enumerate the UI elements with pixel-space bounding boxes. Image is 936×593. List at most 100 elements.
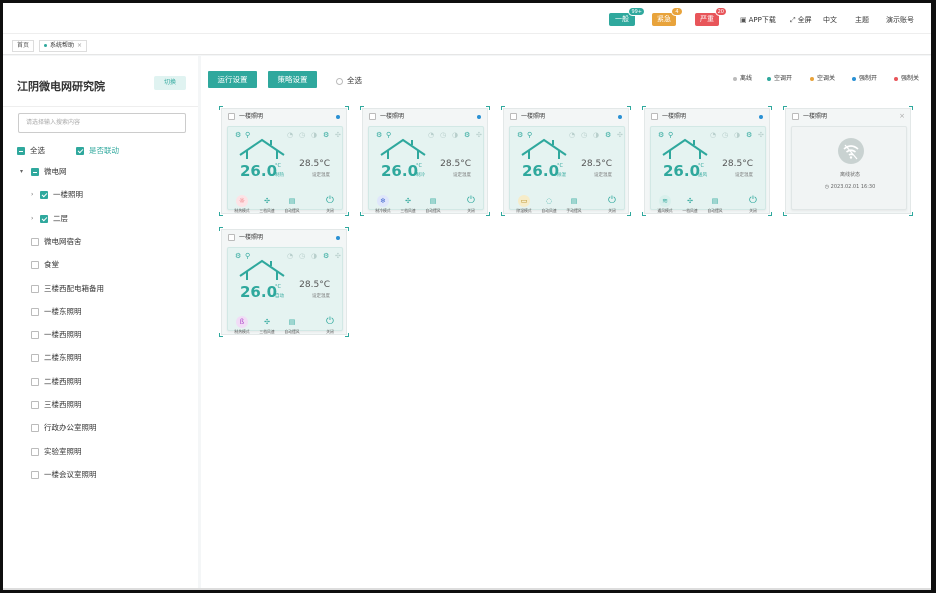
device-card[interactable]: 一楼照明 ⚙ ⚲ ◔ ◷ ◑ ⚙ ✣ 26.0 °C 制冷 28.5°C 设定温度 ❄ 制冷模式 ✣ 三档风速 ▤… [360,106,490,216]
ac-function-icon[interactable]: ◑ [311,252,317,261]
tree-node[interactable]: 二层 [40,214,68,224]
card-checkbox[interactable] [651,113,658,120]
tree-expand-icon[interactable]: › [31,214,33,224]
ac-function-icon[interactable]: ◷ [299,131,305,140]
device-card-offline[interactable]: 一楼照明 × 离线状态 ◷ 2023.02.01 16:30 [783,106,913,216]
ac-function-icon[interactable]: ✣ [335,131,341,140]
mode-button[interactable]: ◌ 自动风速 [539,188,559,213]
app-download-link[interactable]: ▣ APP下载 [740,16,776,25]
mode-button[interactable]: ✣ 三档风速 [257,188,277,213]
ac-function-icon[interactable]: ⚙ [323,131,329,140]
mode-button[interactable]: ☼ 制热模式 [232,188,252,213]
ac-function-icon[interactable]: ◑ [734,131,740,140]
ac-function-icon[interactable]: ◷ [581,131,587,140]
tree-node[interactable]: 食堂 [31,260,59,270]
ac-function-icon[interactable]: ⚙ [605,131,611,140]
mode-button[interactable]: ▤ 手动摆风 [564,188,584,213]
device-card[interactable]: 一楼照明 ⚙ ⚲ ◔ ◷ ◑ ⚙ ✣ 26.0 °C 制热 28.5°C 设定温度 ☼ 制热模式 ✣ 三档风速 ▤… [219,106,349,216]
tree-node[interactable]: 三楼西照明 [31,400,82,410]
mode-button[interactable]: ▤ 自动摆风 [282,188,302,213]
ac-function-icon[interactable]: ✣ [617,131,623,140]
device-card[interactable]: 一楼照明 ⚙ ⚲ ◔ ◷ ◑ ⚙ ✣ 26.0 °C 除湿 28.5°C 设定温度 ▭ 除湿模式 ◌ 自动风速 ▤… [501,106,631,216]
language-switch[interactable]: 中文 [823,16,837,25]
power-button[interactable]: ⏻ 关闭 [461,188,481,213]
alarm-badge-normal[interactable]: 一般 99+ [609,7,645,26]
power-button[interactable]: ⏻ 关闭 [602,188,622,213]
ac-function-icon[interactable]: ◑ [311,131,317,140]
tree-node-checkbox[interactable] [31,307,39,316]
tree-node[interactable]: 实验室照明 [31,447,82,457]
set-temperature[interactable]: 28.5°C [299,159,330,170]
tree-node[interactable]: 微电网 [31,167,67,177]
set-temperature[interactable]: 28.5°C [299,280,330,291]
run-settings-button[interactable]: 运行设置 [208,71,257,88]
tree-node[interactable]: 一楼东照明 [31,307,82,317]
close-tab-icon[interactable]: × [77,42,82,49]
power-button[interactable]: ⏻ 关闭 [320,309,340,334]
card-checkbox[interactable] [792,113,799,120]
tree-node[interactable]: 一楼西照明 [31,330,82,340]
alarm-badge-severe[interactable]: 严重 20 [695,7,727,26]
set-temperature[interactable]: 28.5°C [440,159,471,170]
ac-function-icon[interactable]: ◷ [299,252,305,261]
ac-function-icon[interactable]: ⚙ [746,131,752,140]
tab-home[interactable]: 首页 [12,40,35,52]
device-card[interactable]: 一楼照明 ⚙ ⚲ ◔ ◷ ◑ ⚙ ✣ 26.0 °C 自动 28.5°C 设定温度 ß 制热模式 ✣ 三档风速 ▤… [219,227,349,337]
tree-node-checkbox[interactable] [31,331,39,340]
card-checkbox[interactable] [510,113,517,120]
mode-button[interactable]: ✣ 三档风速 [257,309,277,334]
tab-system-help[interactable]: 系统帮助 × [39,40,88,52]
tree-expand-icon[interactable]: › [31,190,33,200]
fullscreen-button[interactable]: ⤢ 全屏 [790,16,812,25]
ac-function-icon[interactable]: ◑ [452,131,458,140]
mode-button[interactable]: ✣ 一档风速 [680,188,700,213]
mode-button[interactable]: ▤ 自动摆风 [282,309,302,334]
tree-node[interactable]: 三楼西配电箱备用 [31,284,104,294]
select-all-checkbox[interactable]: 全选 [17,146,45,156]
tree-node-checkbox[interactable] [31,424,39,433]
linkage-checkbox[interactable]: 是否联动 [76,146,119,156]
card-checkbox[interactable] [228,234,235,241]
tree-node[interactable]: 一楼照明 [40,190,83,200]
mode-button[interactable]: ▤ 自动摆风 [705,188,725,213]
device-card[interactable]: 一楼照明 ⚙ ⚲ ◔ ◷ ◑ ⚙ ✣ 26.0 °C 送风 28.5°C 设定温度 ≋ 通风模式 ✣ 一档风速 ▤… [642,106,772,216]
mode-button[interactable]: ▤ 自动摆风 [423,188,443,213]
strategy-settings-button[interactable]: 策略设置 [268,71,317,88]
mode-button[interactable]: ≋ 通风模式 [655,188,675,213]
set-temperature[interactable]: 28.5°C [581,159,612,170]
ac-function-icon[interactable]: ◷ [722,131,728,140]
tree-node-checkbox[interactable] [31,447,39,456]
ac-function-icon[interactable]: ✣ [476,131,482,140]
tree-node[interactable]: 行政办公室照明 [31,423,97,433]
power-button[interactable]: ⏻ 关闭 [320,188,340,213]
theme-switch[interactable]: 主题 [855,16,869,25]
tree-node[interactable]: 二楼西照明 [31,377,82,387]
tree-node-checkbox[interactable] [31,168,39,176]
mode-button[interactable]: ß 制热模式 [232,309,252,334]
tree-node-checkbox[interactable] [31,261,39,270]
tree-node-checkbox[interactable] [31,237,39,246]
ac-function-icon[interactable]: ⚙ [323,252,329,261]
tree-node[interactable]: 一楼会议室照明 [31,470,97,480]
ac-function-icon[interactable]: ◷ [440,131,446,140]
ac-function-icon[interactable]: ⚙ [464,131,470,140]
mode-button[interactable]: ❄ 制冷模式 [373,188,393,213]
account-menu[interactable]: 演示账号 [886,16,914,25]
tree-search-input[interactable]: 请选择输入搜索内容 [18,113,186,133]
ac-function-icon[interactable]: ✣ [758,131,764,140]
close-icon[interactable]: × [899,112,905,120]
power-button[interactable]: ⏻ 关闭 [743,188,763,213]
tree-expand-icon[interactable]: ▾ [20,167,23,177]
ac-function-icon[interactable]: ◑ [593,131,599,140]
tree-node-checkbox[interactable] [31,401,39,409]
tree-node-checkbox[interactable] [31,354,39,363]
mode-button[interactable]: ▭ 除湿模式 [514,188,534,213]
ac-function-icon[interactable]: ✣ [335,252,341,261]
tree-node[interactable]: 二楼东照明 [31,353,82,363]
switch-org-button[interactable]: 切换 [154,76,186,90]
tree-node[interactable]: 微电网宿舍 [31,237,82,247]
card-checkbox[interactable] [369,113,376,120]
card-checkbox[interactable] [228,113,235,120]
set-temperature[interactable]: 28.5°C [722,159,753,170]
tree-node-checkbox[interactable] [40,191,48,200]
